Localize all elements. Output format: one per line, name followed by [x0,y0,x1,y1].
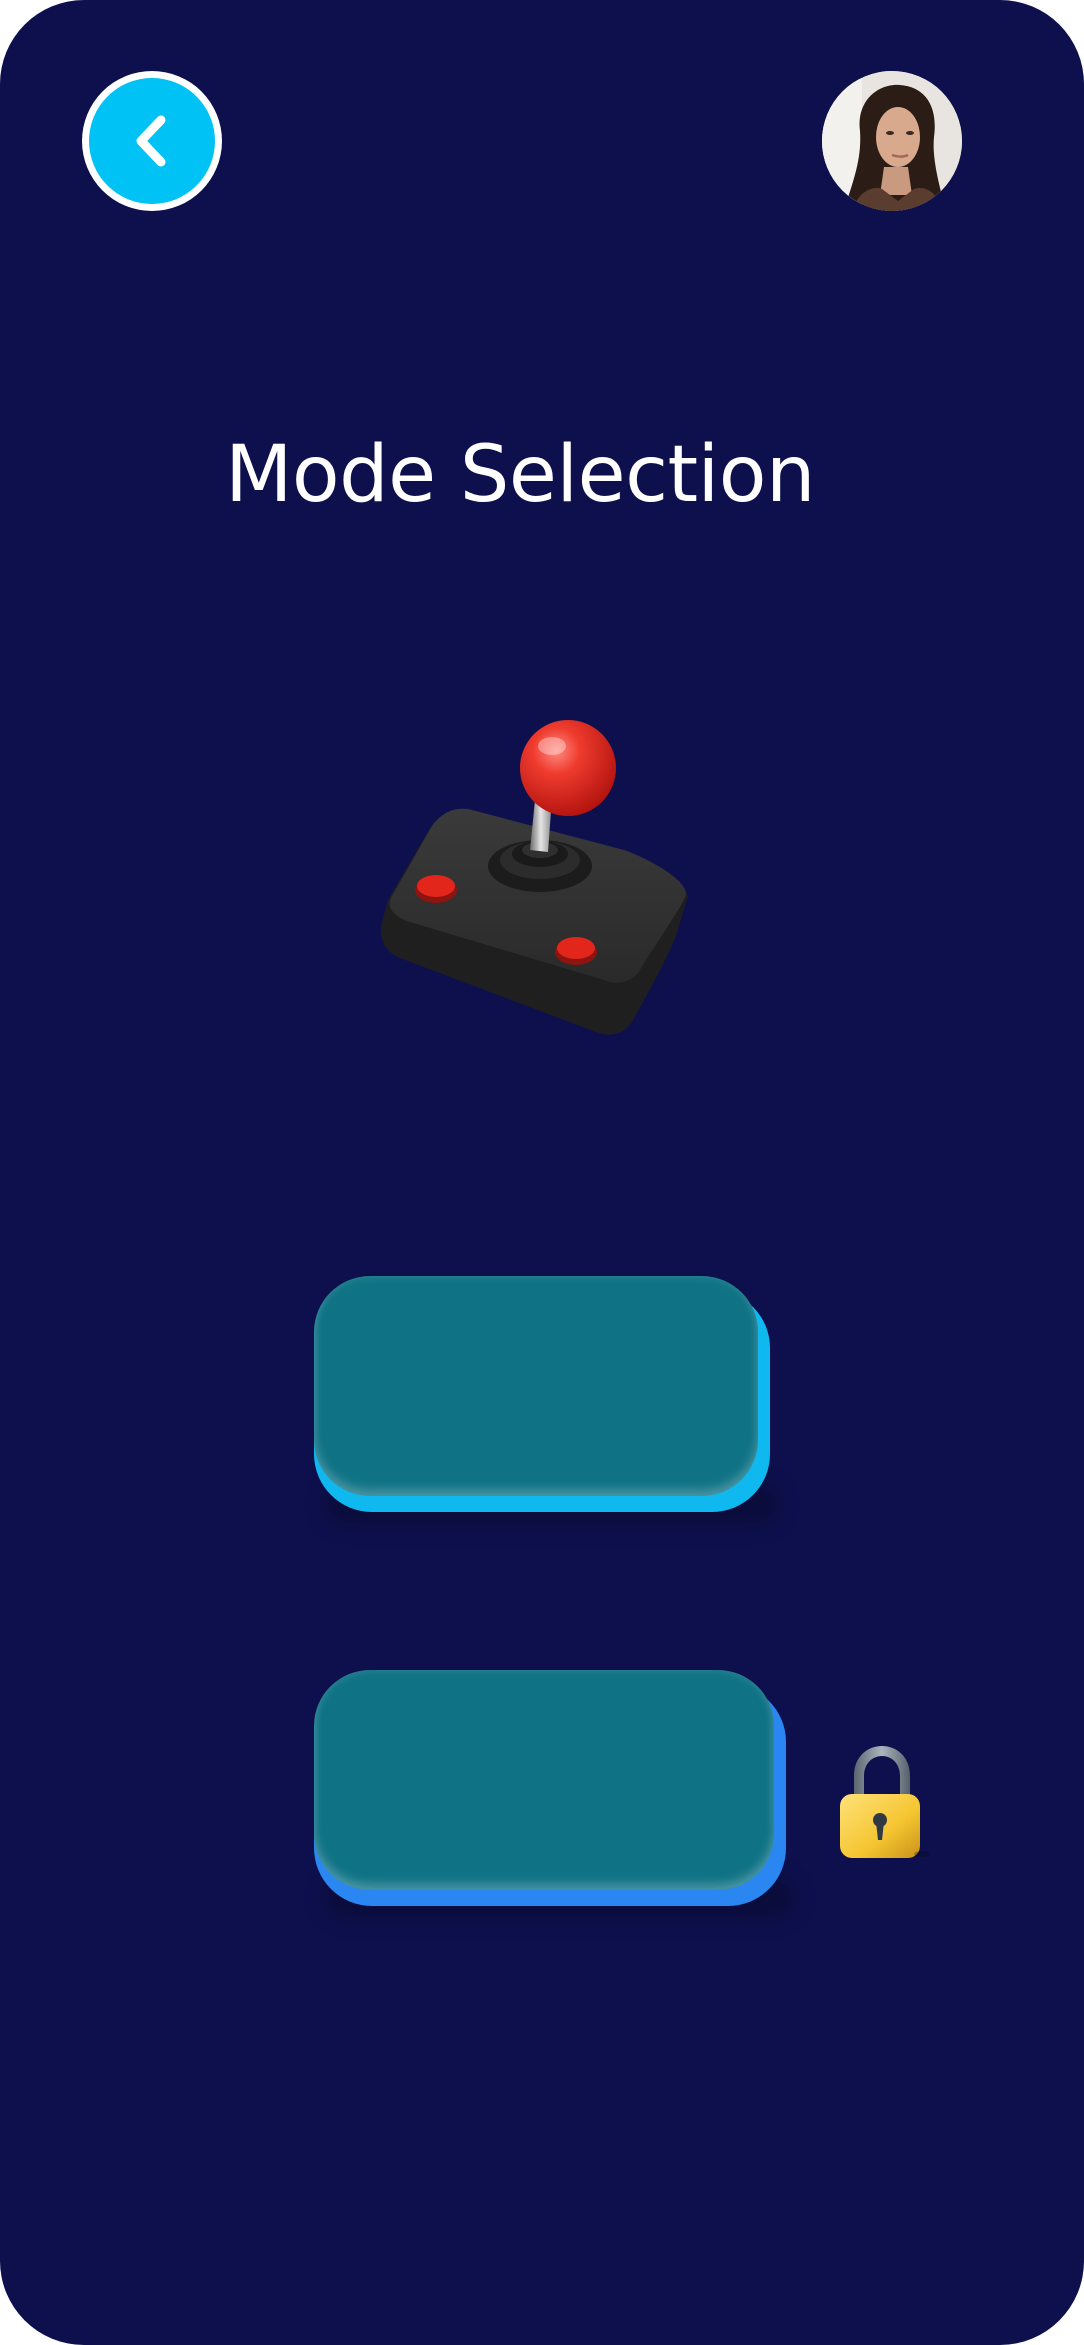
padlock-icon [840,1746,930,1858]
app-screen: Mode Selection [0,0,1084,2345]
chevron-left-icon [136,115,166,167]
mode-button-2-locked[interactable] [314,1670,796,1918]
back-button[interactable] [82,71,222,211]
joystick-icon [380,720,688,1035]
page-title: Mode Selection [225,430,815,520]
back-button-circle [89,78,215,204]
user-avatar[interactable] [822,71,962,211]
mode-button-label [314,1276,758,1496]
mode-button-label [314,1670,774,1890]
avatar-image [822,71,962,211]
mode-button-1[interactable] [314,1276,780,1524]
